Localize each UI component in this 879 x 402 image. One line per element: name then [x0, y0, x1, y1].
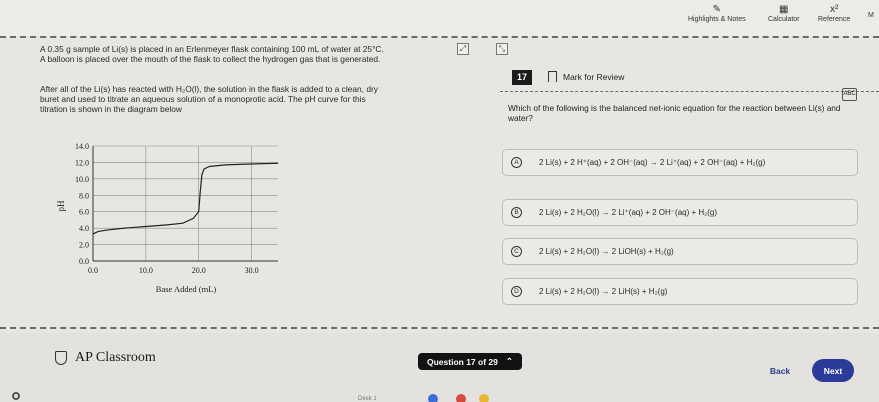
- titration-curve-point: [97, 231, 99, 232]
- highlights-notes-button[interactable]: ✎ Highlights & Notes: [688, 4, 746, 23]
- next-button[interactable]: Next: [812, 359, 854, 382]
- taskbar-circle-icon[interactable]: [12, 392, 20, 400]
- mark-for-review-toggle[interactable]: Mark for Review: [548, 71, 624, 82]
- y-tick-label: 0.0: [79, 257, 89, 266]
- question-prompt: Which of the following is the balanced n…: [508, 103, 841, 123]
- titration-curve-point: [203, 168, 205, 170]
- panel-expand-left[interactable]: ⤢: [457, 43, 469, 55]
- titration-curve-point: [245, 163, 247, 165]
- calculator-button[interactable]: ▦ Calculator: [768, 4, 800, 23]
- choice-d[interactable]: D 2 Li(s) + 2 H₂O(l) → 2 LiH(s) + H₂(g): [502, 278, 858, 305]
- question-number: 17: [512, 70, 532, 85]
- passage-paragraph-1: A 0.35 g sample of Li(s) is placed in an…: [40, 44, 384, 64]
- reference-button[interactable]: x² Reference: [818, 4, 850, 23]
- choice-text: 2 Li(s) + 2 H⁺(aq) + 2 OH⁻(aq) → 2 Li⁺(a…: [539, 158, 766, 167]
- brand-logo: AP Classroom: [55, 350, 156, 366]
- choice-text: 2 Li(s) + 2 H₂O(l) → 2 Li⁺(aq) + 2 OH⁻(a…: [539, 208, 718, 217]
- more-button[interactable]: M: [868, 12, 874, 19]
- question-header-divider: [500, 91, 879, 92]
- footer-divider: [0, 327, 879, 329]
- y-tick-label: 10.0: [75, 175, 89, 184]
- titration-curve-point: [193, 217, 194, 219]
- back-button[interactable]: Back: [758, 359, 802, 382]
- titration-curve-point: [124, 227, 126, 229]
- passage-paragraph-2: After all of the Li(s) has reacted with …: [40, 84, 378, 114]
- calculator-icon: ▦: [779, 4, 789, 15]
- choice-text: 2 Li(s) + 2 H₂O(l) → 2 LiH(s) + H₂(g): [539, 287, 668, 296]
- taskbar-app-icon[interactable]: [456, 394, 466, 402]
- choice-a[interactable]: A 2 Li(s) + 2 H⁺(aq) + 2 OH⁻(aq) → 2 Li⁺…: [502, 149, 858, 176]
- top-divider: [0, 36, 879, 38]
- y-axis-label: pH: [56, 200, 66, 212]
- ap-shield-icon: [55, 351, 67, 365]
- x-tick-label: 30.0: [245, 266, 259, 275]
- taskbar-app-icon[interactable]: [479, 394, 489, 402]
- taskbar-label: Desk 1: [358, 396, 377, 402]
- choice-text: 2 Li(s) + 2 H₂O(l) → 2 LiOH(s) + H₂(g): [539, 247, 674, 256]
- titration-curve-point: [224, 164, 226, 166]
- titration-curve-point: [199, 190, 201, 192]
- taskbar-app-icon[interactable]: [428, 394, 438, 402]
- titration-curve-point: [182, 222, 184, 224]
- y-tick-label: 8.0: [79, 191, 89, 200]
- passage: A 0.35 g sample of Li(s) is placed in an…: [40, 44, 460, 123]
- titration-curve-point: [166, 224, 168, 226]
- titration-curve-line: [92, 162, 279, 235]
- panel-expand-right[interactable]: ⤡: [496, 43, 508, 55]
- top-toolbar: ✎ Highlights & Notes ▦ Calculator x² Ref…: [0, 0, 879, 36]
- titration-curve-point: [277, 162, 279, 164]
- titration-curve-point: [201, 174, 203, 176]
- choice-b[interactable]: B 2 Li(s) + 2 H₂O(l) → 2 Li⁺(aq) + 2 OH⁻…: [502, 199, 858, 226]
- x-tick-label: 0.0: [88, 266, 98, 275]
- chevron-up-icon: ⌃: [505, 356, 513, 366]
- y-tick-label: 2.0: [79, 241, 89, 250]
- choice-letter: C: [511, 246, 522, 257]
- y-tick-label: 12.0: [75, 158, 89, 167]
- highlighter-icon: ✎: [712, 4, 721, 15]
- x-tick-label: 20.0: [192, 266, 206, 275]
- choice-letter: B: [511, 207, 522, 218]
- titration-curve-point: [208, 166, 210, 167]
- y-tick-label: 6.0: [79, 208, 89, 217]
- titration-curve-point: [108, 229, 110, 231]
- choice-letter: A: [511, 157, 522, 168]
- choice-c[interactable]: C 2 Li(s) + 2 H₂O(l) → 2 LiOH(s) + H₂(g): [502, 238, 858, 265]
- question-navigator-button[interactable]: Question 17 of 29 ⌃: [418, 353, 522, 370]
- titration-curve-point: [198, 211, 200, 213]
- x-tick-label: 10.0: [139, 266, 153, 275]
- titration-chart: 14.0 12.0 10.0 8.0 6.0 4.0 2.0 0.00.0 10.0 20.0 30…: [56, 142, 279, 294]
- y-tick-label: 4.0: [79, 224, 89, 233]
- bookmark-icon: [548, 71, 557, 82]
- titration-curve-point: [145, 226, 147, 227]
- choice-letter: D: [511, 286, 522, 297]
- answer-eliminator-button[interactable]: ABC: [842, 88, 857, 101]
- reference-icon: x²: [829, 4, 839, 15]
- expand-icon: ⤡: [496, 43, 508, 55]
- y-tick-label: 14.0: [75, 142, 89, 151]
- expand-icon: ⤢: [457, 43, 469, 55]
- titration-curve-point: [92, 233, 94, 235]
- x-axis-label: Base Added (mL): [156, 284, 217, 294]
